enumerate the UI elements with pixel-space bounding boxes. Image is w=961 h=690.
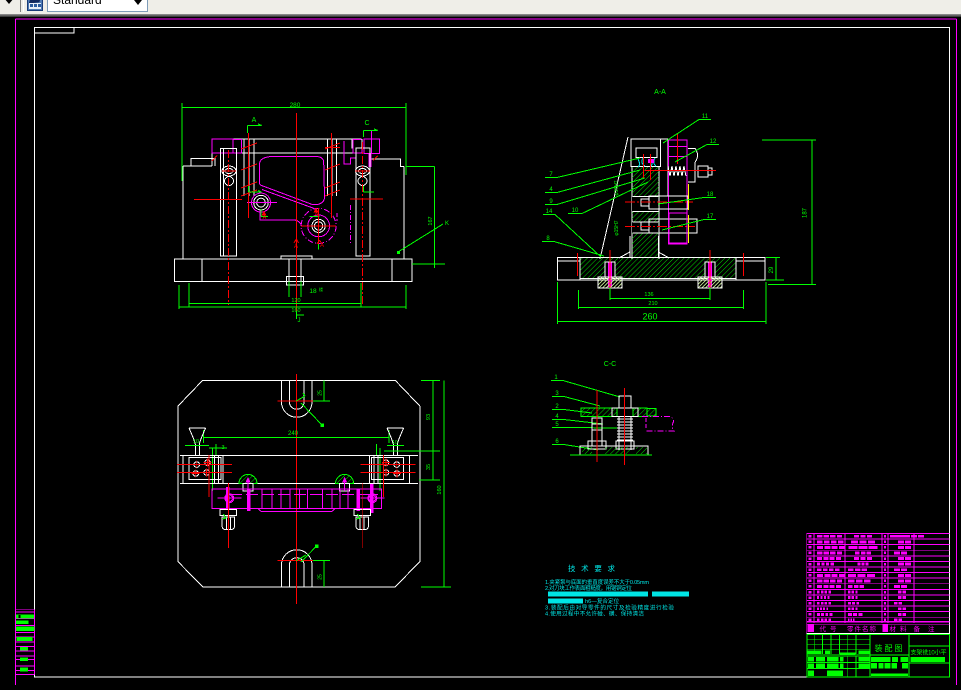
svg-text:零件名称: 零件名称 [847,624,877,633]
svg-text:240: 240 [288,431,299,437]
svg-text:260: 260 [642,312,657,322]
svg-text:C: C [364,120,369,127]
svg-text:备注: 备注 [914,624,943,633]
svg-text:技 术 要 求: 技 术 要 求 [568,563,616,573]
svg-text:120: 120 [291,298,300,304]
svg-text:4.使用过程中不允许碰、磺、保持清洁: 4.使用过程中不允许碰、磺、保持清洁 [545,610,644,618]
svg-text:1.夹紧泵与底面的垂直度误差不大于0.05mm: 1.夹紧泵与底面的垂直度误差不大于0.05mm [545,578,649,586]
svg-text:φ15H7: φ15H7 [614,180,620,195]
svg-text:25: 25 [318,390,324,396]
svg-text:装配图: 装配图 [875,643,905,653]
svg-text:材料: 材料 [890,624,911,633]
svg-text:93: 93 [426,414,432,420]
svg-text:10: 10 [193,439,199,445]
svg-text:h6—复合定位: h6—复合定位 [585,597,620,605]
svg-text:280: 280 [290,102,301,109]
svg-text:18: 18 [309,288,317,295]
svg-text:A: A [263,215,267,221]
svg-text:A: A [294,244,298,250]
svg-text:A-A: A-A [654,89,666,96]
svg-text:25: 25 [318,574,324,580]
svg-text:210: 210 [648,301,657,307]
svg-text:136: 136 [644,292,653,298]
svg-text:K: K [445,221,449,227]
svg-text:A: A [315,212,319,218]
svg-text:3.装配后由对导零件的尺寸及检验精度进行检验: 3.装配后由对导零件的尺寸及检验精度进行检验 [545,604,674,612]
svg-text:A: A [252,117,257,124]
svg-text:φ15H7: φ15H7 [614,220,620,235]
svg-text:楼: 楼 [319,286,323,292]
svg-text:支架铣10小平: 支架铣10小平 [911,649,947,657]
svg-text:167: 167 [428,216,434,225]
svg-text:35: 35 [426,464,432,470]
svg-text:2.对刀块工作表面粗糙度，用锯铜定位: 2.对刀块工作表面粗糙度，用锯铜定位 [545,584,632,592]
svg-text:代号: 代号 [820,624,841,633]
svg-text:187: 187 [803,207,809,218]
svg-text:J: J [298,318,301,324]
svg-text:C-C: C-C [604,361,616,368]
svg-text:160: 160 [437,485,443,494]
svg-text:29: 29 [769,266,775,273]
